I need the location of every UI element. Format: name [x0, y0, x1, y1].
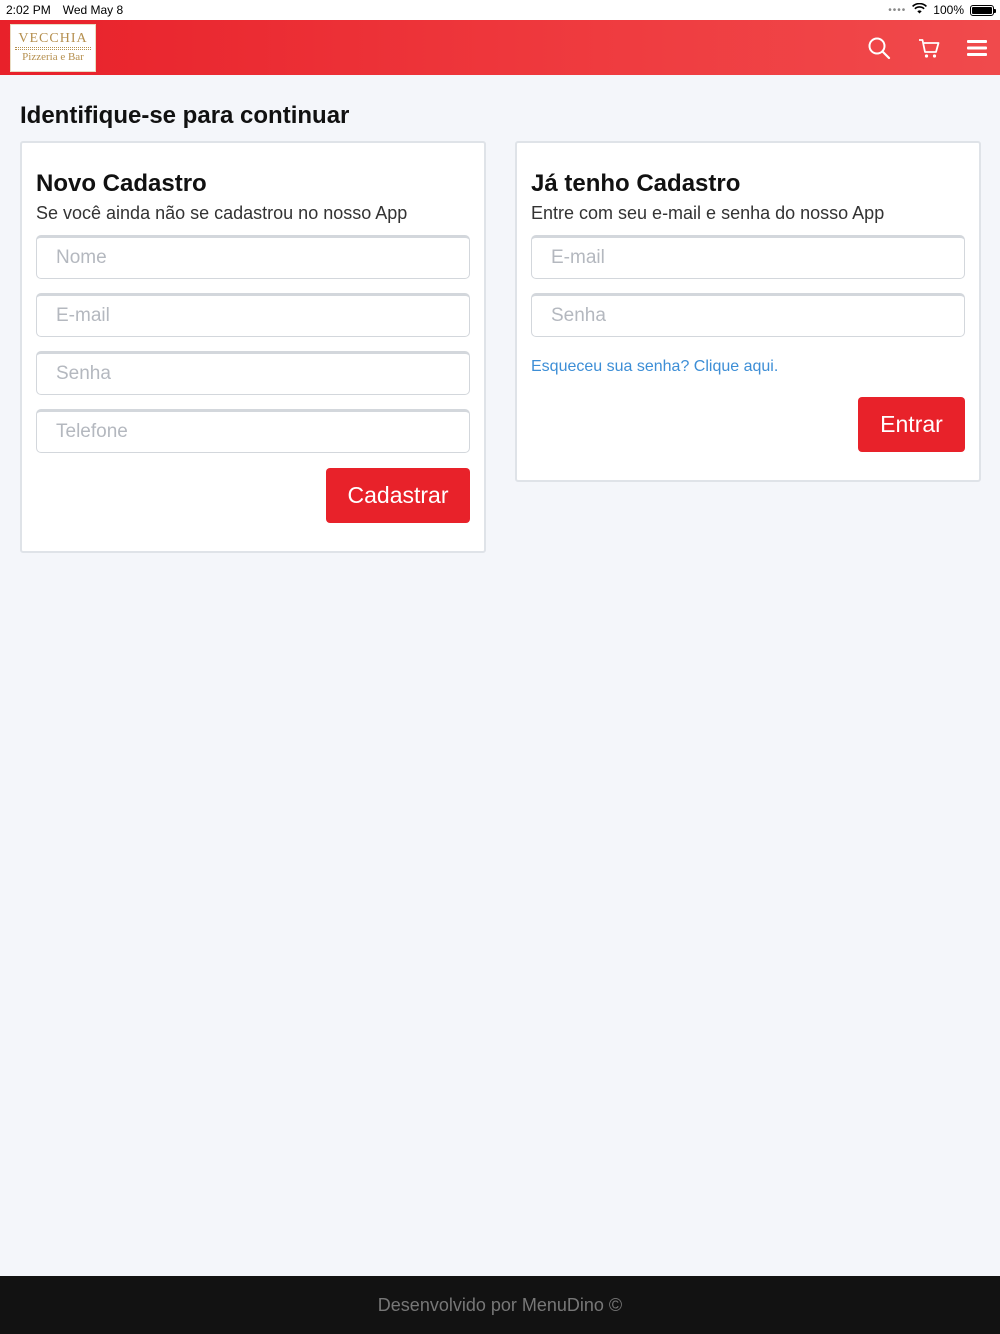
menu-icon[interactable]	[964, 35, 990, 61]
forgot-password-link[interactable]: Esqueceu sua senha? Clique aqui.	[531, 358, 778, 376]
register-password-input[interactable]	[36, 351, 470, 395]
register-email-input[interactable]	[36, 293, 470, 337]
login-title: Já tenho Cadastro	[531, 170, 741, 197]
login-card: Já tenho Cadastro Entre com seu e-mail e…	[515, 141, 981, 482]
register-phone-input[interactable]	[36, 409, 470, 453]
page-title: Identifique-se para continuar	[20, 102, 350, 129]
signal-icon: ••••	[888, 4, 907, 16]
logo-line2: Pizzeria e Bar	[22, 51, 84, 63]
login-email-input[interactable]	[531, 235, 965, 279]
register-button[interactable]: Cadastrar	[326, 468, 470, 523]
register-name-input[interactable]	[36, 235, 470, 279]
login-password-input[interactable]	[531, 293, 965, 337]
logo-line1: VECCHIA	[18, 31, 88, 46]
status-right: •••• 100%	[888, 2, 996, 17]
app-header: VECCHIA Pizzeria e Bar	[0, 20, 1000, 75]
logo-rule	[15, 47, 91, 50]
battery-icon	[970, 4, 996, 16]
register-subtitle: Se você ainda não se cadastrou no nosso …	[36, 203, 408, 223]
battery-percent: 100%	[933, 3, 964, 17]
footer: Desenvolvido por MenuDino ©	[0, 1276, 1000, 1334]
footer-credit: Desenvolvido por MenuDino ©	[377, 1294, 623, 1315]
search-icon[interactable]	[866, 35, 892, 61]
status-time: 2:02 PM	[6, 3, 51, 17]
register-card: Novo Cadastro Se você ainda não se cadas…	[20, 141, 486, 553]
login-button[interactable]: Entrar	[858, 397, 965, 452]
login-subtitle: Entre com seu e-mail e senha do nosso Ap…	[531, 203, 885, 223]
wifi-icon	[912, 2, 928, 17]
status-bar: 2:02 PM Wed May 8 •••• 100%	[0, 0, 1000, 20]
status-date: Wed May 8	[62, 3, 124, 17]
header-icons	[866, 35, 990, 61]
logo[interactable]: VECCHIA Pizzeria e Bar	[10, 23, 96, 72]
cart-icon[interactable]	[916, 35, 942, 61]
register-title: Novo Cadastro	[36, 170, 207, 197]
